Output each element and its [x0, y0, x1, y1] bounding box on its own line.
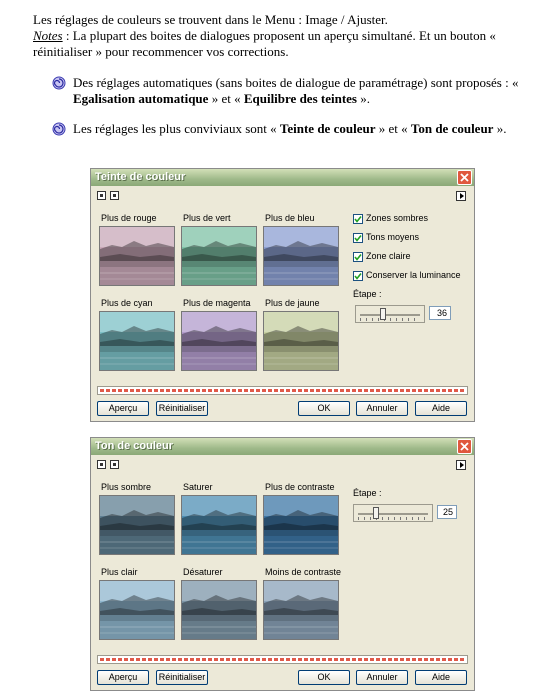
preview-label: Plus de bleu: [265, 213, 315, 223]
color-tone-dialog: Ton de couleur Plus sombre Saturer Plus de…: [90, 437, 475, 691]
checkbox-box[interactable]: [353, 252, 363, 262]
close-button[interactable]: [457, 170, 472, 185]
step-value-field[interactable]: 25: [437, 505, 457, 519]
bullet-item-auto: Des réglages automatiques (sans boites d…: [52, 75, 532, 109]
bullet1-auto-equalize: Egalisation automatique: [73, 91, 209, 106]
notes-text: : La plupart des boites de dialogues pro…: [33, 28, 496, 59]
check-icon: [354, 273, 362, 280]
preview-label: Plus de vert: [183, 213, 231, 223]
reset-button[interactable]: Réinitialiser: [156, 401, 208, 416]
view-toggle-icon[interactable]: [110, 191, 119, 200]
bullet1-tint-balance: Equilibre des teintes: [243, 91, 357, 106]
checkbox-box[interactable]: [353, 271, 363, 281]
checkbox-label: Conserver la luminance: [366, 270, 461, 280]
preview-label: Plus de jaune: [265, 298, 320, 308]
ok-button[interactable]: OK: [298, 670, 350, 685]
checkbox-label: Zone claire: [366, 251, 411, 261]
notes-paragraph: Notes : La plupart des boites de dialogu…: [33, 28, 533, 60]
bullet2-color-tone: Ton de couleur: [410, 121, 494, 136]
preview-thumbnail[interactable]: [181, 495, 257, 555]
preview-thumbnail[interactable]: [99, 311, 175, 371]
help-button[interactable]: Aide: [415, 670, 467, 685]
view-toggle-icon[interactable]: [97, 191, 106, 200]
preview-label: Saturer: [183, 482, 213, 492]
slider-thumb[interactable]: [373, 507, 379, 519]
bullet2-color-tint: Teinte de couleur: [279, 121, 376, 136]
preview-button[interactable]: Aperçu: [97, 401, 149, 416]
swirl-bullet-icon: [52, 76, 66, 90]
range-options: Zones sombres Tons moyens Zone claire Co…: [353, 213, 471, 293]
preview-thumbnail[interactable]: [181, 226, 257, 286]
menu-arrow-icon[interactable]: [456, 460, 466, 470]
preview-label: Plus de cyan: [101, 298, 153, 308]
preview-label: Plus de rouge: [101, 213, 157, 223]
bullet-text-friendly: Les réglages les plus conviviaux sont « …: [73, 121, 528, 137]
cancel-button[interactable]: Annuler: [356, 401, 408, 416]
reset-button[interactable]: Réinitialiser: [156, 670, 208, 685]
step-slider[interactable]: [353, 504, 433, 522]
preview-thumbnail[interactable]: [181, 580, 257, 640]
color-tint-dialog: Teinte de couleur Plus de rouge Plus de v…: [90, 168, 475, 422]
bullet1-part-a: Des réglages automatiques (sans boites d…: [73, 75, 519, 90]
preview-label: Plus clair: [101, 567, 138, 577]
preview-thumbnail[interactable]: [263, 495, 339, 555]
dialog-titlebar[interactable]: Ton de couleur: [91, 438, 474, 455]
dialog-title: Teinte de couleur: [95, 171, 186, 183]
progress-strip: [97, 386, 468, 395]
checkbox-label: Tons moyens: [366, 232, 420, 242]
dialog-titlebar[interactable]: Teinte de couleur: [91, 169, 474, 186]
notes-label: Notes: [33, 28, 63, 43]
close-icon: [460, 442, 469, 451]
view-toggle-icon[interactable]: [110, 460, 119, 469]
bullet1-part-e: ».: [357, 91, 370, 106]
view-toggle-icon[interactable]: [97, 460, 106, 469]
preview-label: Plus de magenta: [183, 298, 251, 308]
preview-thumbnail[interactable]: [263, 580, 339, 640]
bullet2-part-c: » et «: [375, 121, 411, 136]
preview-thumbnail[interactable]: [181, 311, 257, 371]
step-value-field[interactable]: 36: [429, 306, 451, 320]
preview-thumbnail[interactable]: [99, 580, 175, 640]
progress-strip: [97, 655, 468, 664]
slider-thumb[interactable]: [380, 308, 386, 320]
check-icon: [354, 254, 362, 261]
cancel-button[interactable]: Annuler: [356, 670, 408, 685]
preview-thumbnail[interactable]: [263, 311, 339, 371]
checkbox-label: Zones sombres: [366, 213, 429, 223]
bullet2-part-e: ».: [493, 121, 507, 136]
preview-label: Plus sombre: [101, 482, 152, 492]
bullet-item-friendly: Les réglages les plus conviviaux sont « …: [52, 121, 532, 139]
preview-label: Moins de contraste: [265, 567, 342, 577]
preview-button[interactable]: Aperçu: [97, 670, 149, 685]
bullet1-part-c: » et «: [208, 91, 244, 106]
help-button[interactable]: Aide: [415, 401, 467, 416]
preview-thumbnail[interactable]: [99, 226, 175, 286]
check-icon: [354, 235, 362, 242]
bullet2-part-a: Les réglages les plus conviviaux sont «: [73, 121, 280, 136]
swirl-bullet-icon: [52, 122, 66, 136]
close-button[interactable]: [457, 439, 472, 454]
intro-line: Les réglages de couleurs se trouvent dan…: [33, 12, 388, 27]
step-label: Étape :: [353, 289, 382, 299]
checkbox-box[interactable]: [353, 214, 363, 224]
preview-label: Désaturer: [183, 567, 223, 577]
step-slider[interactable]: [355, 305, 425, 323]
bullet-text-auto: Des réglages automatiques (sans boites d…: [73, 75, 528, 107]
menu-arrow-icon[interactable]: [456, 191, 466, 201]
preview-label: Plus de contraste: [265, 482, 335, 492]
close-icon: [460, 173, 469, 182]
check-icon: [354, 216, 362, 223]
step-label: Étape :: [353, 488, 382, 498]
dialog-title: Ton de couleur: [95, 440, 174, 452]
preview-thumbnail[interactable]: [99, 495, 175, 555]
ok-button[interactable]: OK: [298, 401, 350, 416]
checkbox-box[interactable]: [353, 233, 363, 243]
preview-thumbnail[interactable]: [263, 226, 339, 286]
document-text: Les réglages de couleurs se trouvent dan…: [33, 12, 533, 60]
